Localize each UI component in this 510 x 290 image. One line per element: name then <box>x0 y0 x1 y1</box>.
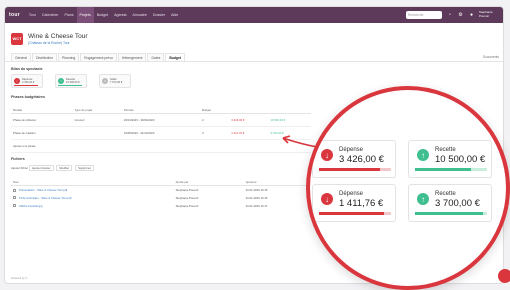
income-up-icon: ↑ <box>417 193 429 205</box>
expense-down-icon: ↓ <box>321 193 333 205</box>
zoom-progress-bar <box>415 212 487 215</box>
expense-down-icon: ↓ <box>321 149 333 161</box>
floating-action-button[interactable] <box>498 269 510 283</box>
zoom-card-expense: ↓ Dépense 1 411,76 € <box>312 184 396 222</box>
zoom-progress-fill <box>415 212 483 215</box>
zoom-value: 3 700,00 € <box>435 198 480 209</box>
zoom-value: 10 500,00 € <box>435 154 485 165</box>
zoom-label: Recette <box>435 147 456 153</box>
zoom-progress-bar <box>415 168 487 171</box>
zoom-progress-fill <box>319 168 380 171</box>
zoom-label: Dépense <box>339 147 363 153</box>
zoom-card-income: ↑ Recette 10 500,00 € <box>408 140 492 178</box>
zoom-magnifier: ↓ Dépense 3 426,00 € ↑ Recette 10 500,00… <box>306 86 510 290</box>
zoom-label: Recette <box>435 191 456 197</box>
zoom-card-expense: ↓ Dépense 3 426,00 € <box>312 140 396 178</box>
zoom-value: 3 426,00 € <box>339 154 384 165</box>
zoom-progress-bar <box>319 212 391 215</box>
zoom-progress-bar <box>319 168 391 171</box>
zoom-value: 1 411,76 € <box>339 198 383 209</box>
zoom-label: Dépense <box>339 191 363 197</box>
zoom-progress-fill <box>415 168 471 171</box>
income-up-icon: ↑ <box>417 149 429 161</box>
zoom-card-income: ↑ Recette 3 700,00 € <box>408 184 492 222</box>
zoom-progress-fill <box>319 212 384 215</box>
